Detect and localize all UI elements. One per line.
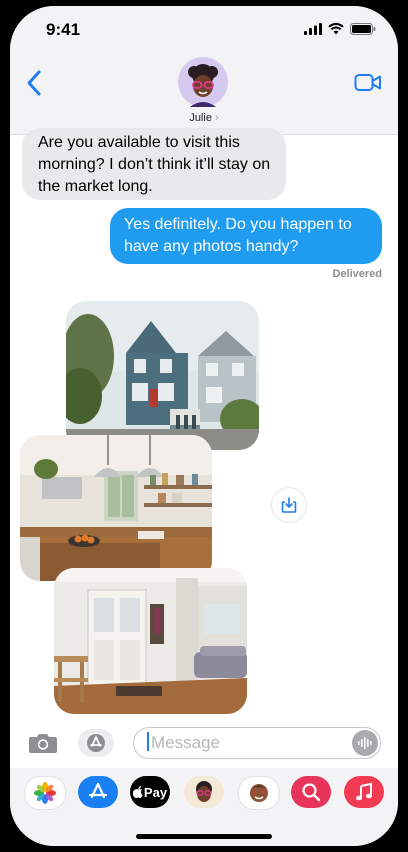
apps-button[interactable] [78,729,114,757]
phone-screen: 9:41 Julie › Are you available to visit … [10,6,398,846]
conversation-header: Julie › [10,54,398,135]
photo-hallway[interactable] [54,568,247,714]
kitchen-image [20,435,212,581]
music-app[interactable] [344,776,384,808]
photo-kitchen[interactable] [20,435,212,581]
photos-app[interactable] [24,776,66,810]
contact-chevron-icon: › [215,112,219,124]
save-photos-button[interactable] [271,487,307,523]
message-placeholder: Message [151,733,220,752]
back-chevron-icon[interactable] [24,68,44,98]
app-store-icon [87,734,105,752]
dictation-button[interactable] [352,730,378,756]
memoji-icon [196,781,212,802]
message-input[interactable]: Message [133,727,381,759]
text-caret [147,732,149,751]
wifi-icon [328,23,344,35]
camera-icon[interactable] [28,732,58,754]
memoji-avatar-icon [188,64,218,107]
memoji-app[interactable] [184,776,224,808]
photos-icon [34,782,56,804]
hallway-image [54,568,247,714]
music-icon [356,782,372,801]
contact-name-row[interactable]: Julie › [10,112,398,124]
photo-house-exterior[interactable] [66,301,259,450]
delivery-status: Delivered [332,268,382,280]
status-bar: 9:41 [10,6,398,54]
incoming-message-text: Are you available to visit this morning?… [38,134,271,195]
outgoing-message-bubble[interactable]: Yes definitely. Do you happen to have an… [110,208,382,264]
video-call-icon[interactable] [354,73,382,93]
imessage-app-drawer: Pay [10,768,398,846]
message-input-bar: Message [10,722,398,764]
apple-pay-label: Pay [143,784,168,800]
memoji-stickers-app[interactable] [238,776,280,810]
incoming-message-bubble[interactable]: Are you available to visit this morning?… [22,128,286,200]
battery-icon [350,23,376,35]
image-search-app[interactable] [291,776,331,808]
apple-pay-app[interactable]: Pay [130,776,170,808]
status-icons [304,23,376,35]
status-time: 9:41 [46,20,81,39]
house-exterior-image [66,301,259,450]
search-images-icon [302,783,321,802]
save-download-icon [281,497,297,513]
contact-avatar[interactable] [178,57,228,107]
contact-name: Julie [189,112,212,124]
microphone-waveform-icon [358,737,372,749]
app-store-icon [88,782,108,799]
signal-icon [304,23,322,35]
home-indicator[interactable] [136,834,272,839]
memoji-stickers-icon [250,784,268,802]
app-store-app[interactable] [78,776,118,808]
outgoing-message-text: Yes definitely. Do you happen to have an… [124,216,352,255]
apple-pay-icon [132,786,143,798]
